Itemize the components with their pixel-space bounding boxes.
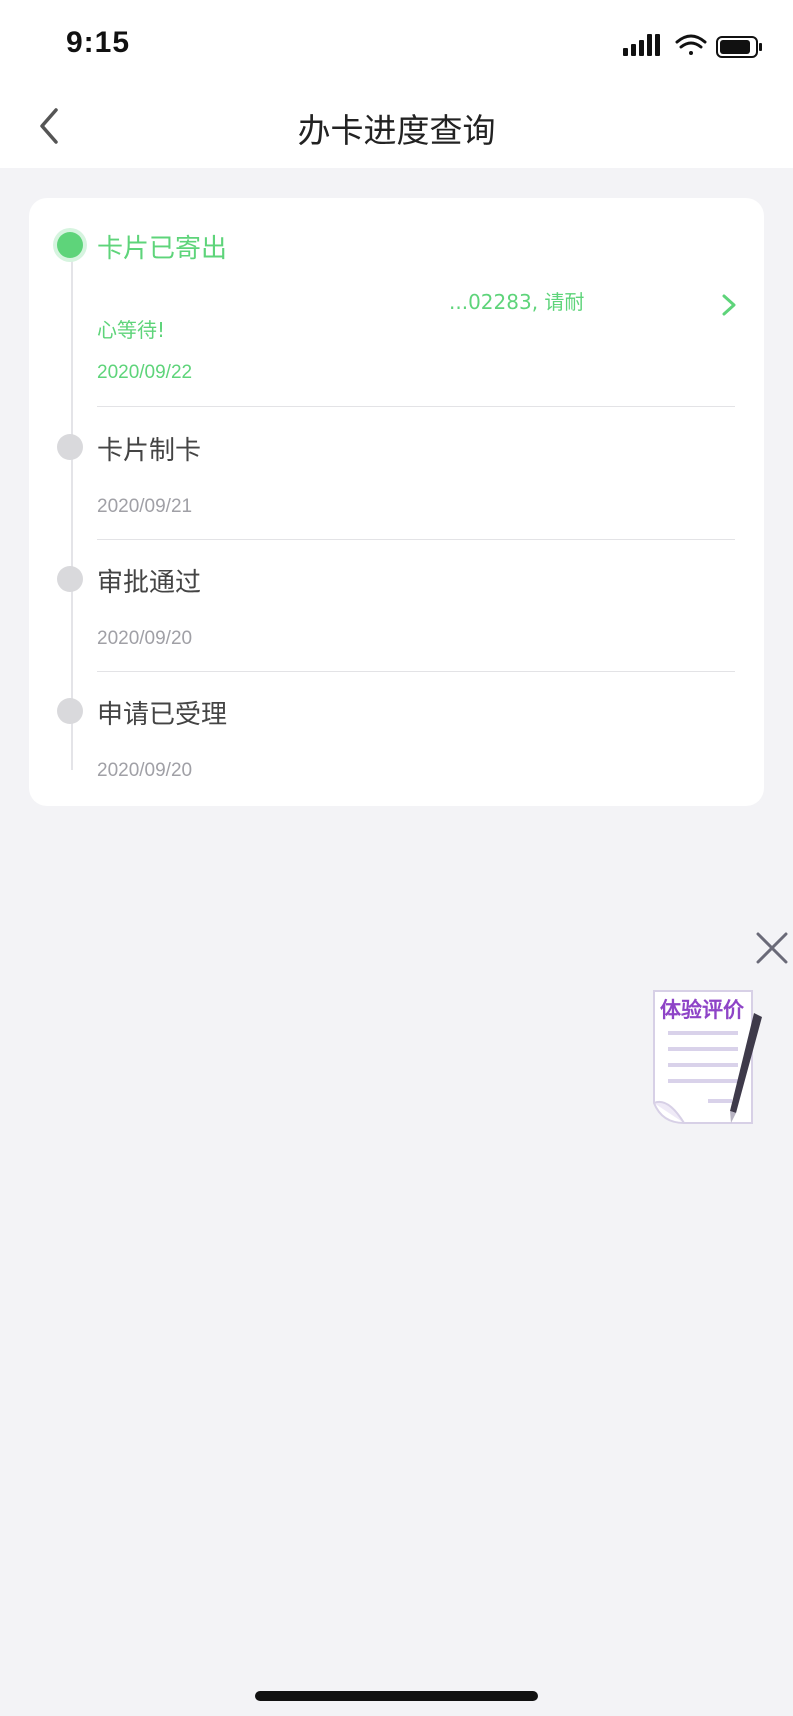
step-description[interactable]: ...02283, 请耐: [449, 286, 584, 315]
progress-card: 卡片已寄出 ...02283, 请耐 心等待! 2020/09/22 卡片制卡 …: [29, 198, 764, 806]
signal-icon: [623, 34, 660, 56]
step-dot: [57, 434, 83, 460]
timeline-line: [71, 230, 73, 770]
divider: [97, 671, 735, 672]
close-icon[interactable]: [754, 930, 790, 966]
survey-badge-label[interactable]: 体验评价: [660, 994, 744, 1024]
step-title: 卡片制卡: [97, 436, 202, 466]
step-dot: [57, 698, 83, 724]
home-indicator: [255, 1691, 538, 1701]
step-date: 2020/09/21: [97, 496, 193, 517]
step-dot: [57, 566, 83, 592]
divider: [97, 406, 735, 407]
step-title: 申请已受理: [97, 700, 228, 730]
divider: [97, 539, 735, 540]
step-date: 2020/09/20: [97, 628, 193, 649]
battery-icon: [716, 36, 762, 58]
top-bar: 9:15 办卡进度查询: [0, 0, 793, 168]
chevron-right-icon[interactable]: [719, 290, 739, 320]
step-dot-active: [57, 232, 83, 258]
status-icons: [623, 34, 762, 58]
step-date: 2020/09/20: [97, 760, 193, 781]
wifi-icon: [675, 34, 707, 55]
page-title: 办卡进度查询: [297, 111, 496, 150]
status-time: 9:15: [66, 26, 131, 59]
step-title: 卡片已寄出: [97, 234, 228, 264]
step-description-line2[interactable]: 心等待!: [97, 314, 165, 343]
step-date: 2020/09/22: [97, 362, 193, 383]
step-title: 审批通过: [97, 568, 202, 598]
